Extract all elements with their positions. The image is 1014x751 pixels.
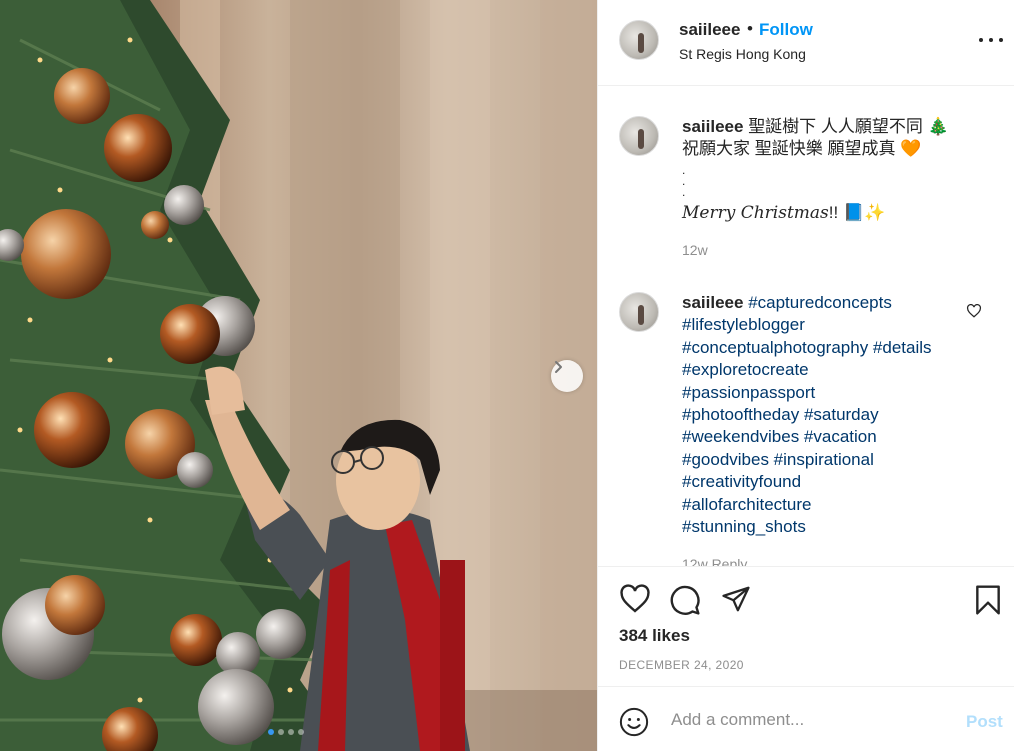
carousel-dot	[288, 729, 294, 735]
emoji-icon[interactable]	[619, 707, 649, 737]
hashtag-line[interactable]: #stunning_shots	[682, 516, 982, 538]
chevron-right-icon	[555, 361, 562, 373]
avatar[interactable]	[619, 20, 659, 60]
header-username[interactable]: saiileee	[679, 20, 740, 40]
avatar[interactable]	[619, 292, 659, 332]
caption-dots: . . .	[682, 162, 686, 199]
carousel-indicator	[268, 729, 304, 735]
carousel-dot	[268, 729, 274, 735]
comment-meta-partial: 12w Reply	[682, 556, 748, 566]
hashtag-line[interactable]: #weekendvibes #vacation	[682, 426, 982, 448]
comment-input[interactable]	[669, 705, 943, 735]
post-header: saiileee • Follow St Regis Hong Kong	[598, 0, 1014, 86]
bookmark-icon[interactable]	[973, 584, 1003, 616]
post-photo	[0, 0, 597, 751]
avatar[interactable]	[619, 116, 659, 156]
post-comment-button[interactable]: Post	[966, 712, 1003, 732]
action-bar: 384 likes DECEMBER 24, 2020	[598, 566, 1014, 686]
carousel-dot	[298, 729, 304, 735]
likes-count[interactable]: 384 likes	[619, 626, 690, 646]
hashtag-line[interactable]: #creativityfound	[682, 471, 982, 493]
hashtag-line[interactable]: #photooftheday #saturday	[682, 404, 982, 426]
share-icon[interactable]	[720, 584, 752, 614]
follow-button[interactable]: Follow	[759, 20, 813, 40]
carousel-next-button[interactable]	[551, 360, 583, 392]
carousel-dot	[278, 729, 284, 735]
caption-line-1: 聖誕樹下 人人願望不同 🎄	[748, 117, 949, 136]
post-date: DECEMBER 24, 2020	[619, 658, 744, 672]
more-options-icon[interactable]	[979, 30, 1003, 50]
comment-icon[interactable]	[669, 584, 701, 616]
photo-illustration	[0, 0, 597, 751]
small-heart-icon[interactable]	[966, 304, 982, 318]
hashtag-link[interactable]: #capturedconcepts	[748, 293, 892, 312]
caption-line-2: 祝願大家 聖誕快樂 願望成真 🧡	[682, 139, 922, 159]
location-link[interactable]: St Regis Hong Kong	[679, 46, 806, 62]
hashtag-line[interactable]: #lifestyleblogger	[682, 314, 982, 336]
comments-section[interactable]: saiileee 聖誕樹下 人人願望不同 🎄 祝願大家 聖誕快樂 願望成真 🧡 …	[598, 86, 1014, 566]
hashtag-line[interactable]: #passionpassport	[682, 382, 982, 404]
hashtag-line[interactable]: #exploretocreate	[682, 359, 982, 381]
caption-merry-suffix: !! 📘✨	[828, 203, 886, 223]
heart-icon[interactable]	[619, 584, 651, 614]
hashtag-line[interactable]: #conceptualphotography #details	[682, 337, 982, 359]
caption-merry-christmas: Merry Christmas	[682, 203, 829, 224]
separator-dot: •	[747, 19, 753, 38]
hashtag-list: #lifestyleblogger #conceptualphotography …	[682, 314, 982, 538]
hashtag-line[interactable]: #goodvibes #inspirational	[682, 449, 982, 471]
hashtag-line[interactable]: #allofarchitecture	[682, 494, 982, 516]
add-comment-bar: Post	[598, 686, 1014, 751]
caption-timestamp[interactable]: 12w	[682, 239, 982, 261]
caption-username[interactable]: saiileee	[682, 117, 743, 136]
post-details-panel: saiileee • Follow St Regis Hong Kong sai…	[597, 0, 1014, 751]
comment-username[interactable]: saiileee	[682, 293, 743, 312]
